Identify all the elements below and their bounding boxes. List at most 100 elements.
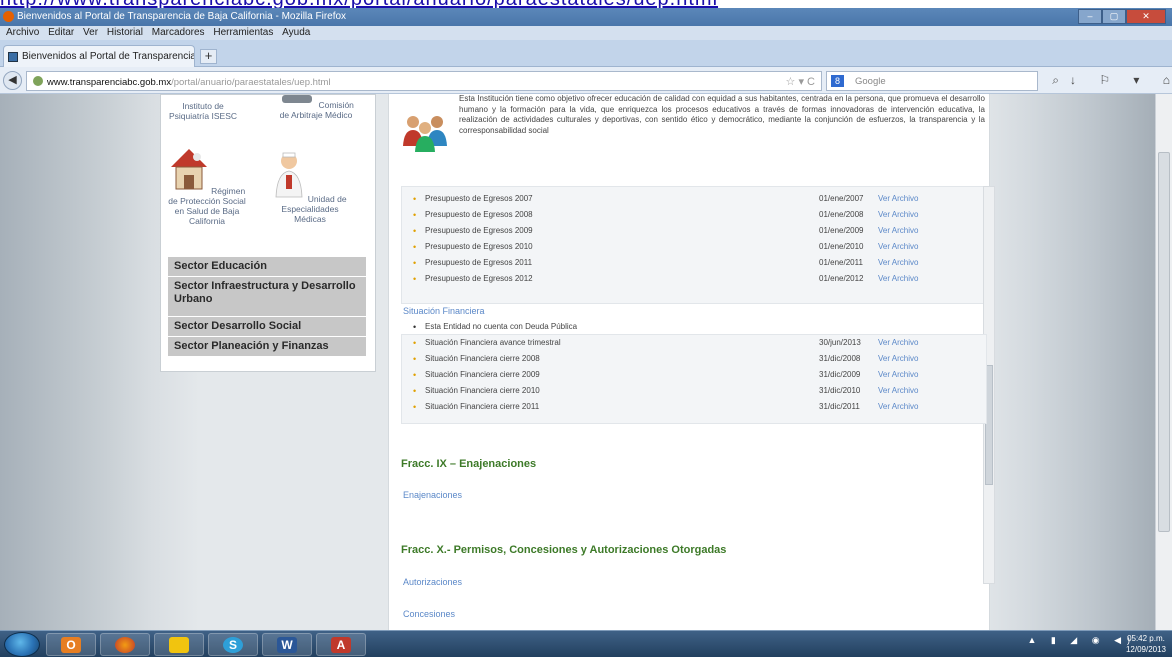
- start-button[interactable]: [4, 632, 40, 657]
- toolbar-icons[interactable]: ↓ ⚐ ▾ ⌂: [1070, 73, 1172, 87]
- taskbar-explorer[interactable]: [154, 633, 204, 656]
- row-label: Situación Financiera cierre 2008: [425, 354, 540, 363]
- row-label: Presupuesto de Egresos 2011: [425, 258, 533, 267]
- row-label: Presupuesto de Egresos 2012: [425, 274, 533, 283]
- ver-archivo-link[interactable]: Ver Archivo: [878, 384, 918, 398]
- tab-title: Bienvenidos al Portal de Transparencia d…: [22, 51, 195, 62]
- ver-archivo-link[interactable]: Ver Archivo: [878, 240, 918, 254]
- institution-uneme[interactable]: Unidad de Especialidades Médicas: [265, 151, 355, 224]
- bookmark-star-icon[interactable]: ☆ ▾ C: [786, 75, 815, 88]
- row-date: 31/dic/2011: [819, 402, 860, 411]
- menu-archivo[interactable]: Archivo: [6, 27, 39, 38]
- browser-tab[interactable]: Bienvenidos al Portal de Transparencia d…: [3, 45, 195, 67]
- situacion-row: • Situación Financiera cierre 2011 31/di…: [405, 400, 965, 414]
- bullet-icon: •: [413, 402, 417, 412]
- ver-archivo-link[interactable]: Ver Archivo: [878, 352, 918, 366]
- row-label: Presupuesto de Egresos 2007: [425, 194, 533, 203]
- menu-editar[interactable]: Editar: [48, 27, 74, 38]
- budget-row: • Presupuesto de Egresos 2009 01/ene/200…: [405, 224, 965, 238]
- new-tab-button[interactable]: +: [200, 49, 217, 64]
- bullet-icon: •: [413, 322, 417, 332]
- page-scrollbar[interactable]: [1155, 94, 1172, 630]
- outlook-icon: O: [61, 637, 81, 653]
- taskbar-word[interactable]: W: [262, 633, 312, 656]
- search-input[interactable]: 8 Google ⌕: [826, 71, 1059, 91]
- menu-ayuda[interactable]: Ayuda: [282, 27, 310, 38]
- clock[interactable]: 05:42 p.m. 12/09/2013: [1126, 633, 1166, 655]
- url-domain: www.transparenciabc.gob.mx: [47, 77, 172, 88]
- arbitraje-icon: [282, 95, 313, 103]
- ver-archivo-link[interactable]: Ver Archivo: [878, 272, 918, 286]
- address-bar[interactable]: www.transparenciabc.gob.mx/portal/anuari…: [26, 71, 822, 91]
- institution-psiquiatria[interactable]: Instituto de Psiquiatría ISESC: [167, 101, 239, 121]
- window-titlebar: Bienvenidos al Portal de Transparencia d…: [0, 8, 1172, 26]
- bullet-icon: •: [413, 226, 417, 236]
- row-date: 01/ene/2007: [819, 194, 864, 203]
- taskbar-outlook[interactable]: O: [46, 633, 96, 656]
- row-label: Esta Entidad no cuenta con Deuda Pública: [425, 322, 578, 331]
- bullet-icon: •: [413, 210, 417, 220]
- ver-archivo-link[interactable]: Ver Archivo: [878, 336, 918, 350]
- page-scrollbar-thumb[interactable]: [1158, 152, 1170, 532]
- budget-row: • Presupuesto de Egresos 2011 01/ene/201…: [405, 256, 965, 270]
- taskbar-firefox[interactable]: [100, 633, 150, 656]
- folder-icon: [169, 637, 189, 653]
- site-identity-icon[interactable]: [33, 76, 43, 86]
- back-button[interactable]: ◀: [3, 71, 22, 90]
- firefox-taskbar-icon: [115, 637, 135, 653]
- menu-marcadores[interactable]: Marcadores: [152, 27, 205, 38]
- people-group-icon: [403, 116, 447, 152]
- search-engine-icon[interactable]: 8: [831, 75, 844, 87]
- bullet-icon: •: [413, 354, 417, 364]
- window-controls: – ▢ ✕: [1078, 9, 1166, 24]
- row-label: Presupuesto de Egresos 2008: [425, 210, 533, 219]
- sector-desarrollo-social[interactable]: Sector Desarrollo Social: [168, 317, 366, 337]
- menu-herramientas[interactable]: Herramientas: [213, 27, 273, 38]
- bullet-icon: •: [413, 242, 417, 252]
- search-icon[interactable]: ⌕: [1052, 73, 1059, 88]
- row-label: Situación Financiera cierre 2010: [425, 386, 540, 395]
- row-date: 31/dic/2008: [819, 354, 861, 363]
- sector-infraestructura[interactable]: Sector Infraestructura y Desarrollo Urba…: [168, 277, 366, 317]
- budget-row: • Presupuesto de Egresos 2010 01/ene/201…: [405, 240, 965, 254]
- institution-label: Régimen de Protección Social en Salud de…: [168, 186, 246, 226]
- taskbar-acrobat[interactable]: A: [316, 633, 366, 656]
- menu-historial[interactable]: Historial: [107, 27, 143, 38]
- situacion-financiera-link[interactable]: Situación Financiera: [403, 306, 485, 316]
- top-url-text[interactable]: http://www.transparenciabc.gob.mx/portal…: [0, 0, 718, 8]
- maximize-button[interactable]: ▢: [1102, 9, 1126, 24]
- budget-row: • Presupuesto de Egresos 2008 01/ene/200…: [405, 208, 965, 222]
- close-button[interactable]: ✕: [1126, 9, 1166, 24]
- ver-archivo-link[interactable]: Ver Archivo: [878, 224, 918, 238]
- ver-archivo-link[interactable]: Ver Archivo: [878, 208, 918, 222]
- row-label: Presupuesto de Egresos 2010: [425, 242, 533, 251]
- sector-educacion[interactable]: Sector Educación: [168, 257, 366, 277]
- bullet-icon: •: [413, 274, 417, 284]
- ver-archivo-link[interactable]: Ver Archivo: [878, 192, 918, 206]
- row-label: Presupuesto de Egresos 2009: [425, 226, 533, 235]
- system-tray[interactable]: ▲ ▮ ◢ ◉ ◀): [1027, 635, 1136, 646]
- autorizaciones-link[interactable]: Autorizaciones: [403, 577, 462, 587]
- ver-archivo-link[interactable]: Ver Archivo: [878, 400, 918, 414]
- page-content: Instituto de Psiquiatría ISESC Comisión …: [0, 94, 1172, 630]
- situacion-row: • Situación Financiera cierre 2008 31/di…: [405, 352, 965, 366]
- bullet-icon: •: [413, 194, 417, 204]
- ver-archivo-link[interactable]: Ver Archivo: [878, 368, 918, 382]
- menu-ver[interactable]: Ver: [83, 27, 98, 38]
- situacion-row: • Situación Financiera avance trimestral…: [405, 336, 965, 350]
- top-url-strip: http://www.transparenciabc.gob.mx/portal…: [0, 0, 1172, 8]
- concesiones-link[interactable]: Concesiones: [403, 609, 455, 619]
- bullet-icon: •: [413, 338, 417, 348]
- sector-planeacion[interactable]: Sector Planeación y Finanzas: [168, 337, 366, 357]
- enajenaciones-link[interactable]: Enajenaciones: [403, 490, 462, 500]
- ver-archivo-link[interactable]: Ver Archivo: [878, 256, 918, 270]
- institution-regimen[interactable]: Régimen de Protección Social en Salud de…: [167, 147, 247, 226]
- navigation-bar: ◀ www.transparenciabc.gob.mx/portal/anua…: [0, 67, 1172, 94]
- menu-bar: Archivo Editar Ver Historial Marcadores …: [0, 26, 1172, 40]
- row-date: 01/ene/2008: [819, 210, 864, 219]
- institution-label: Instituto de Psiquiatría ISESC: [168, 101, 238, 121]
- situacion-row: • Situación Financiera cierre 2010 31/di…: [405, 384, 965, 398]
- taskbar-skype[interactable]: S: [208, 633, 258, 656]
- institution-arbitraje[interactable]: Comisión de Arbitraje Médico: [273, 95, 359, 120]
- minimize-button[interactable]: –: [1078, 9, 1102, 24]
